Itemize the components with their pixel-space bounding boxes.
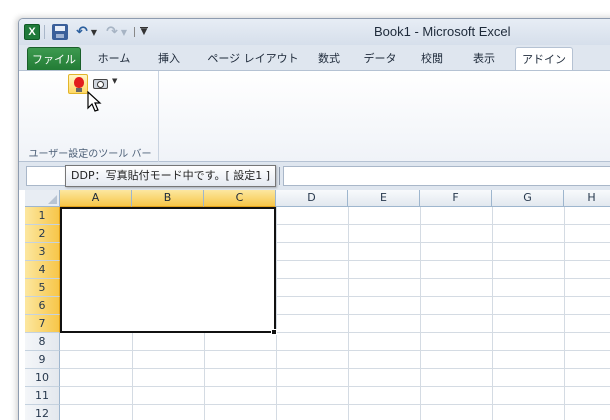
qat-divider (44, 25, 45, 39)
column-header-h[interactable]: H (564, 190, 610, 207)
fill-handle[interactable] (271, 329, 277, 335)
save-icon[interactable] (52, 24, 68, 40)
row-header-9[interactable]: 9 (25, 351, 60, 369)
row-header-11[interactable]: 11 (25, 387, 60, 405)
row-header-12[interactable]: 12 (25, 405, 60, 420)
gridline (60, 404, 610, 405)
row-header-8[interactable]: 8 (25, 333, 60, 351)
tab-insert[interactable]: 挿入 (147, 47, 191, 71)
camera-dropdown-icon[interactable]: ▼ (112, 77, 117, 85)
tab-page-layout[interactable]: ページ レイアウト (199, 47, 307, 71)
column-header-g[interactable]: G (492, 190, 564, 207)
lightbulb-base (76, 88, 82, 92)
formula-divider (279, 167, 281, 185)
column-header-a[interactable]: A (60, 190, 132, 207)
window-title: Book1 - Microsoft Excel (374, 24, 511, 39)
column-header-e[interactable]: E (348, 190, 420, 207)
tab-addins[interactable]: アドイン (515, 47, 573, 72)
gridline (60, 350, 610, 351)
row-header-10[interactable]: 10 (25, 369, 60, 387)
camera-lens (97, 81, 104, 88)
column-header-c[interactable]: C (204, 190, 276, 207)
tab-data[interactable]: データ (357, 47, 403, 71)
worksheet-grid[interactable]: A B C D E F G H 1 2 3 4 5 6 7 8 9 10 11 … (19, 190, 610, 420)
formula-input[interactable] (283, 166, 610, 186)
gridline (60, 368, 610, 369)
selected-range[interactable] (60, 207, 276, 333)
redo-icon[interactable]: ↷ (105, 23, 119, 41)
tooltip: DDP：写真貼付モード中です。[ 設定1 ] (65, 165, 277, 187)
lightbulb-button[interactable] (68, 74, 88, 94)
row-header-3[interactable]: 3 (25, 243, 60, 261)
tab-file[interactable]: ファイル (27, 47, 81, 71)
row-header-2[interactable]: 2 (25, 225, 60, 243)
undo-dropdown-icon[interactable]: ▼ (90, 23, 98, 41)
row-header-5[interactable]: 5 (25, 279, 60, 297)
row-header-6[interactable]: 6 (25, 297, 60, 315)
lightbulb-icon (74, 77, 84, 88)
qat-divider (134, 27, 135, 37)
column-header-b[interactable]: B (132, 190, 204, 207)
customize-qat-icon[interactable]: ▼ (138, 23, 150, 41)
column-header-d[interactable]: D (276, 190, 348, 207)
row-header-1[interactable]: 1 (25, 207, 60, 225)
select-all-button[interactable] (25, 190, 60, 207)
row-header-7[interactable]: 7 (25, 315, 60, 333)
tab-view[interactable]: 表示 (463, 47, 505, 71)
custom-toolbar-group: ▼ ユーザー設定のツール バー (21, 71, 159, 162)
redo-dropdown-icon[interactable]: ▼ (120, 23, 128, 41)
tab-home[interactable]: ホーム (89, 47, 139, 71)
ribbon: ▼ ユーザー設定のツール バー (19, 70, 610, 162)
group-label: ユーザー設定のツール バー (28, 149, 152, 160)
row-header-4[interactable]: 4 (25, 261, 60, 279)
gridline (60, 386, 610, 387)
tab-review[interactable]: 校閲 (411, 47, 453, 71)
ribbon-tabs: ファイル ホーム 挿入 ページ レイアウト 数式 データ 校閲 表示 アドイン (19, 45, 610, 72)
title-bar: X ↶ ▼ ↷ ▼ ▼ Book1 - Microsoft Excel (19, 19, 610, 45)
undo-icon[interactable]: ↶ (75, 23, 89, 41)
mouse-cursor-icon (87, 91, 102, 112)
excel-window: X ↶ ▼ ↷ ▼ ▼ Book1 - Microsoft Excel ファイル… (18, 18, 610, 420)
column-header-f[interactable]: F (420, 190, 492, 207)
tab-formulas[interactable]: 数式 (309, 47, 349, 71)
excel-logo-icon[interactable]: X (24, 24, 40, 40)
camera-button[interactable] (93, 76, 109, 91)
